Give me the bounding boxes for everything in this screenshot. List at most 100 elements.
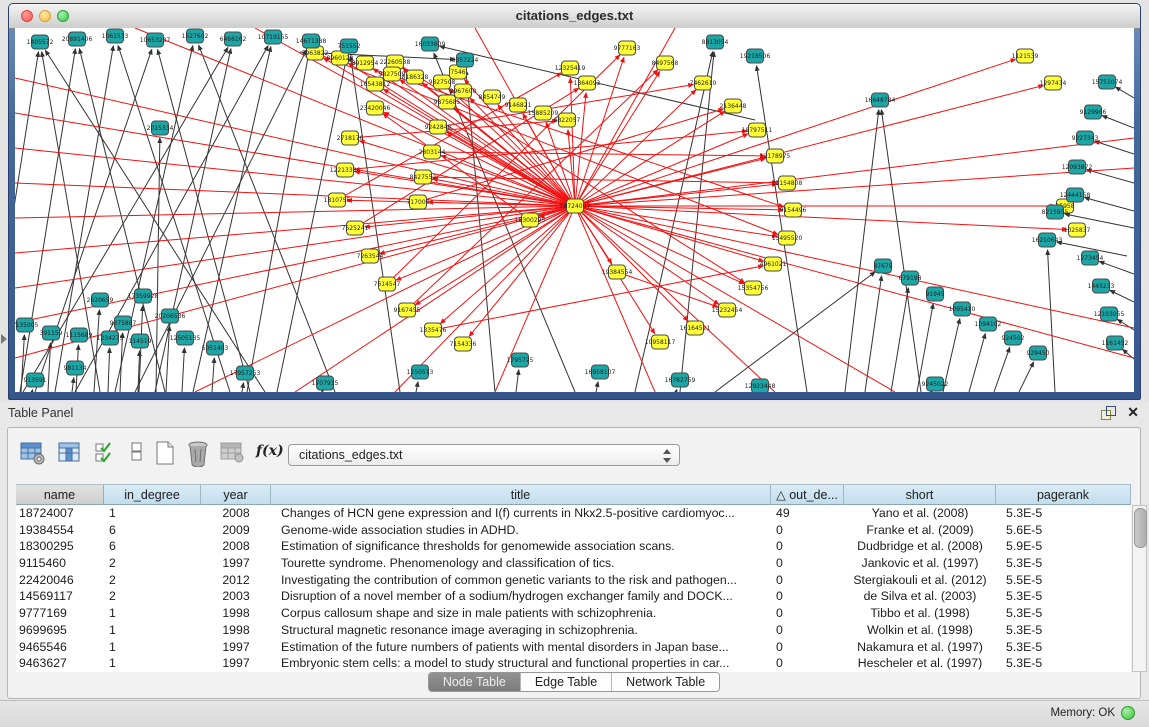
network-node[interactable]: 1527602 (182, 29, 209, 43)
network-node[interactable]: 929450 (1027, 346, 1050, 360)
column-header-year[interactable]: year (201, 484, 271, 505)
table-row[interactable]: 1872400712008Changes of HCN gene express… (16, 505, 1131, 522)
table-row[interactable]: 969969511998Structural magnetic resonanc… (16, 622, 1131, 639)
network-node[interactable]: 913591 (24, 373, 47, 387)
network-node[interactable]: 17359928 (128, 289, 159, 303)
network-node[interactable]: 7462610 (690, 76, 717, 90)
table-settings-icon[interactable] (20, 440, 46, 466)
close-panel-icon[interactable]: ✕ (1127, 405, 1139, 419)
network-node[interactable]: 10653287 (140, 33, 171, 47)
network-node[interactable]: 7525241 (342, 221, 369, 235)
network-node[interactable]: 2136448 (720, 99, 747, 113)
network-node[interactable]: 2620659 (87, 293, 114, 307)
table-row[interactable]: 977716911998Corpus callosum shape and si… (16, 605, 1131, 622)
network-node[interactable]: 12103055 (1094, 307, 1125, 321)
column-header-title[interactable]: title (271, 484, 771, 505)
network-node[interactable]: 12178975 (760, 149, 791, 163)
network-node[interactable]: 1115689 (66, 328, 93, 342)
network-node[interactable]: 12505135 (170, 331, 201, 345)
network-node[interactable]: 12213386 (330, 163, 361, 177)
network-node[interactable]: 114519 (129, 334, 152, 348)
network-node[interactable]: 751552 (338, 39, 361, 53)
network-node[interactable]: 924502 (1002, 331, 1025, 345)
network-node[interactable]: 1025837 (1064, 223, 1091, 237)
network-node[interactable]: 9245022 (922, 377, 949, 391)
column-header-short[interactable]: short (844, 484, 996, 505)
network-node[interactable]: 1135005 (15, 318, 39, 332)
network-node[interactable]: 8186328 (402, 70, 429, 84)
network-node[interactable]: 6466162 (220, 32, 247, 46)
network-node[interactable]: 19384554 (602, 265, 633, 279)
network-node[interactable]: 16210643 (1032, 233, 1063, 247)
network-node[interactable]: 679198 (899, 271, 922, 285)
network-node[interactable]: 1405572 (27, 35, 54, 49)
network-node[interactable]: 8497568 (652, 56, 679, 70)
network-node[interactable]: 1273454 (1077, 251, 1104, 265)
network-node[interactable]: 15751074 (1092, 75, 1123, 89)
network-node[interactable]: 9777163 (614, 41, 641, 55)
float-panel-icon[interactable] (1101, 406, 1115, 419)
network-node[interactable]: 11154808 (772, 176, 803, 190)
network-node[interactable]: 91945 (925, 287, 944, 301)
network-node[interactable]: 391159 (40, 326, 63, 340)
memory-status-indicator[interactable] (1121, 706, 1135, 720)
table-row[interactable]: 1830029562008Estimation of significance … (16, 538, 1131, 555)
network-node[interactable]: 1297434 (1040, 76, 1067, 90)
network-node[interactable]: 16033809 (415, 37, 446, 51)
column-header-in_degree[interactable]: in_degree (104, 484, 201, 505)
column-header-pagerank[interactable]: pagerank (996, 484, 1131, 505)
tab-network-table[interactable]: Network Table (612, 673, 719, 691)
network-node[interactable]: 15495520 (772, 231, 803, 245)
network-node[interactable]: 1061533 (102, 29, 129, 43)
column-header-out_degree[interactable]: △ out_de... (771, 484, 844, 505)
table-row[interactable]: 2242004622012Investigating the contribut… (16, 572, 1131, 589)
import-table-icon[interactable] (220, 440, 246, 466)
column-visibility-icon[interactable] (58, 440, 82, 466)
network-node[interactable]: 1250513 (407, 365, 434, 379)
collapse-panel-handle[interactable] (1, 334, 7, 344)
network-node[interactable]: 1335476 (420, 323, 447, 337)
network-node[interactable]: 7614547 (374, 277, 401, 291)
row-selection-icon[interactable] (94, 440, 116, 466)
network-node[interactable]: 16958107 (585, 365, 616, 379)
network-node[interactable]: 19218506 (740, 49, 771, 63)
network-node[interactable]: 1094102 (975, 317, 1002, 331)
network-node[interactable]: 15232454 (712, 303, 743, 317)
table-row[interactable]: 911546021997Tourette syndrome. Phenomeno… (16, 555, 1131, 572)
network-node[interactable]: 1121539 (1012, 49, 1039, 63)
table-row[interactable]: 1456911722003Disruption of a novel membe… (16, 588, 1131, 605)
network-canvas[interactable]: 1872400718300295193845547963822896012889… (15, 28, 1134, 392)
table-selector-dropdown[interactable]: citations_edges.txt (288, 444, 680, 466)
tab-edge-table[interactable]: Edge Table (521, 673, 612, 691)
rows-icon[interactable] (130, 440, 144, 466)
network-node[interactable]: 9129966 (1080, 105, 1107, 119)
network-node[interactable]: 16648784 (865, 93, 896, 107)
new-table-icon[interactable] (154, 440, 176, 467)
network-window-titlebar[interactable]: citations_edges.txt (9, 4, 1140, 29)
table-row[interactable]: 1938455462009Genome-wide association stu… (16, 522, 1131, 539)
network-node[interactable]: 12325419 (555, 61, 586, 75)
network-node[interactable]: 9154496 (780, 203, 807, 217)
network-node[interactable]: 12923448 (745, 379, 776, 392)
network-node[interactable]: 87679 (873, 259, 892, 273)
network-node[interactable]: 2803144 (419, 145, 446, 159)
network-node[interactable]: 8454749 (479, 90, 506, 104)
tab-node-table[interactable]: Node Table (429, 673, 521, 691)
table-vertical-scrollbar[interactable] (1132, 505, 1147, 672)
network-node[interactable]: 1161452 (1102, 336, 1129, 350)
network-node[interactable]: 9375887 (110, 316, 137, 330)
network-node[interactable]: 20891406 (62, 32, 93, 46)
network-node[interactable]: 10958117 (645, 335, 676, 349)
citation-network-graph[interactable]: 1872400718300295193845547963822896012889… (15, 28, 1134, 392)
network-node[interactable]: 717006 (407, 195, 430, 209)
network-node[interactable]: 7154336 (450, 337, 477, 351)
network-node[interactable]: 2718176 (337, 131, 364, 145)
scrollbar-thumb[interactable] (1134, 508, 1147, 548)
network-node[interactable]: 16782759 (665, 373, 696, 387)
network-node[interactable]: 5051403 (202, 341, 229, 355)
network-node[interactable]: 2015334 (147, 121, 174, 135)
table-row[interactable]: 946554611997Estimation of the future num… (16, 639, 1131, 656)
network-node[interactable]: 9167455 (394, 303, 421, 317)
delete-table-icon[interactable] (186, 440, 210, 467)
network-node[interactable]: 1234275 (97, 331, 124, 345)
